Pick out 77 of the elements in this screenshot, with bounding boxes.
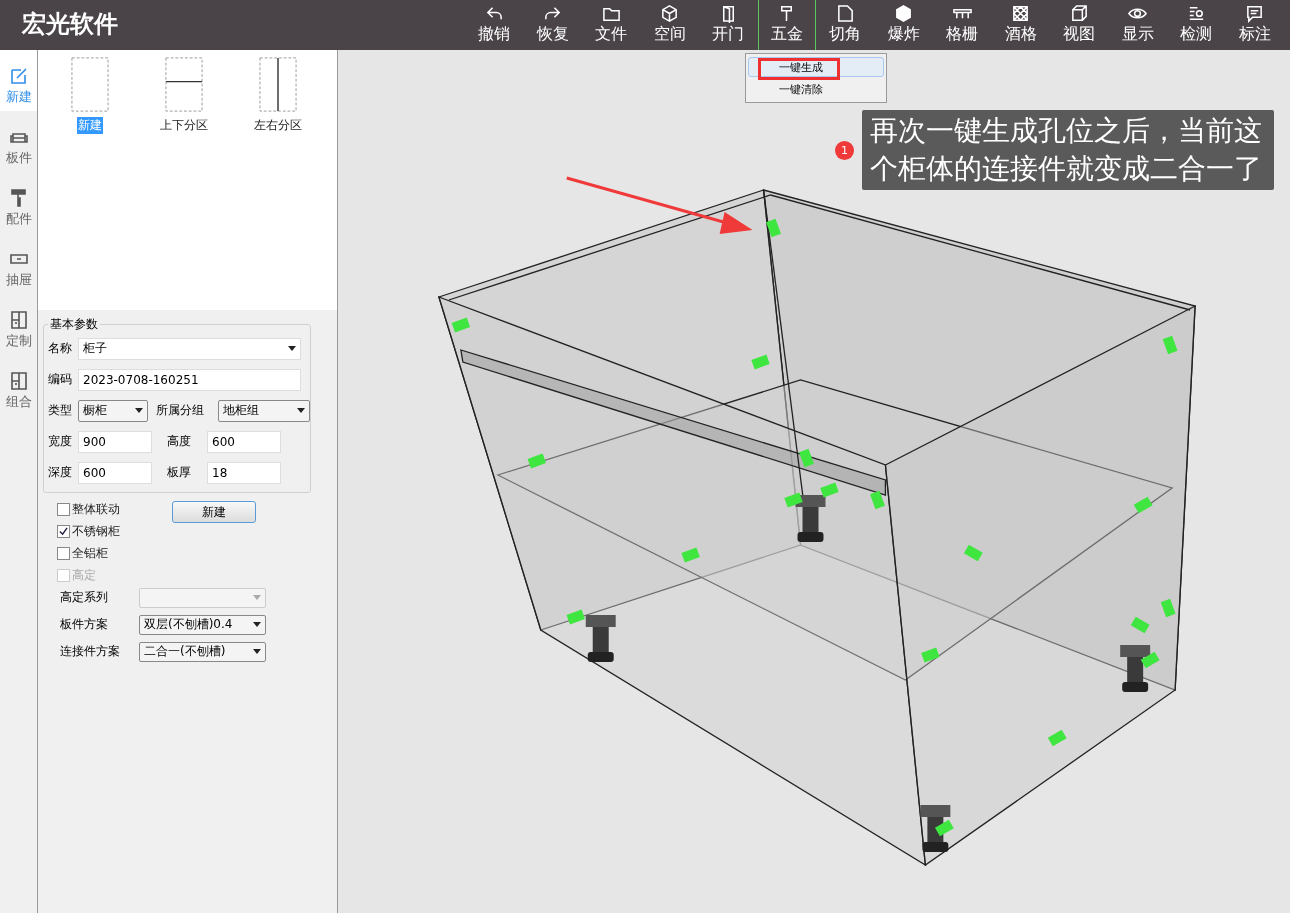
toolbar-button[interactable]: 文件 [582,0,641,50]
height-field[interactable]: 600 [207,430,281,453]
scheme-dropdown[interactable]: 二合一(不刨槽) [139,641,266,662]
toolbar-button[interactable]: 爆炸 [874,0,933,50]
field-label: 板厚 [165,464,192,481]
side-tab[interactable]: 板件 [0,111,37,172]
side-tab[interactable]: 新建 [0,50,37,111]
template-item[interactable]: 上下分区 [157,56,211,310]
side-tab[interactable]: 组合 [0,355,37,416]
width-field[interactable]: 900 [78,430,152,453]
pencil-icon [8,66,29,86]
name-combo[interactable]: 柜子 [78,337,301,360]
field-label: 深度 [48,464,73,481]
toolbar-button[interactable]: 视图 [1050,0,1109,50]
field-label: 名称 [48,340,73,357]
group-title: 基本参数 [49,316,99,333]
comment-icon [1245,4,1265,23]
checkbox[interactable] [57,547,70,560]
side-tab[interactable]: 配件 [0,172,37,233]
field-label: 宽度 [48,433,73,450]
toolbar-button[interactable]: 空间 [640,0,699,50]
menu-item[interactable]: 一键清除 [748,79,884,99]
scheme-dropdown[interactable]: 双层(不刨槽)0.4 [139,614,266,635]
field-label: 编码 [48,371,73,388]
template-item[interactable]: 左右分区 [251,56,305,310]
app-title: 宏光软件 [20,9,118,40]
checkbox[interactable] [57,503,70,516]
caret-icon [253,622,261,627]
field-label: 高定系列 [60,589,109,606]
field-label: 高度 [165,433,192,450]
callout-tooltip: 再次一键生成孔位之后，当前这个柜体的连接件就变成二合一了 [862,110,1274,190]
checkbox[interactable] [57,525,70,538]
template-label: 新建 [77,117,103,134]
toolbar-button[interactable]: 显示 [1108,0,1167,50]
toolbar-button[interactable]: 开门 [699,0,758,50]
checkbox-option[interactable]: 全铝柜 [57,545,120,562]
template-label: 上下分区 [159,117,209,134]
depth-field[interactable]: 600 [78,461,152,484]
caret-icon [253,649,261,654]
caret-icon [288,346,296,351]
toolbar-button[interactable]: 检测 [1167,0,1226,50]
create-button[interactable]: 新建 [172,501,256,523]
panel-icon [8,310,29,330]
field-label: 板件方案 [60,616,109,633]
toolbar-button[interactable]: 切角 [816,0,875,50]
toolbar-button[interactable]: 格栅 [933,0,992,50]
caret-icon [297,408,305,413]
code-field[interactable]: 2023-0708-160251 [78,368,301,391]
field-label: 连接件方案 [60,643,121,660]
wireframe-cube-icon [1069,4,1089,23]
type-dropdown[interactable]: 橱柜 [78,399,148,422]
checkbox-option[interactable]: 不锈钢柜 [57,523,120,540]
thickness-field[interactable]: 18 [207,461,281,484]
toolbar-button[interactable]: 恢复 [523,0,582,50]
field-label: 类型 [48,402,73,419]
toolbar-button[interactable]: 酒格 [991,0,1050,50]
checkbox-option[interactable]: 整体联动 [57,501,120,518]
side-tab[interactable]: 抽屉 [0,233,37,294]
roller-icon [8,188,29,208]
group-dropdown[interactable]: 地柜组 [218,399,310,422]
panel-icon [8,371,29,391]
cube-icon [660,4,680,23]
caret-icon [253,595,261,600]
caret-icon [135,408,143,413]
field-label: 所属分组 [156,402,205,419]
side-tab[interactable]: 定制 [0,294,37,355]
template-icon [165,56,203,113]
template-icon [259,56,297,113]
page-icon [835,4,855,23]
cube-icon [894,4,914,23]
lattice-icon [1011,4,1031,23]
template-icon [71,56,109,113]
step-badge: 1 [835,140,854,160]
template-label: 左右分区 [253,117,303,134]
menu-item[interactable]: 一键生成 [748,57,884,77]
toolbar-button[interactable]: 撤销 [465,0,524,50]
toolbar-button[interactable]: 标注 [1225,0,1284,50]
